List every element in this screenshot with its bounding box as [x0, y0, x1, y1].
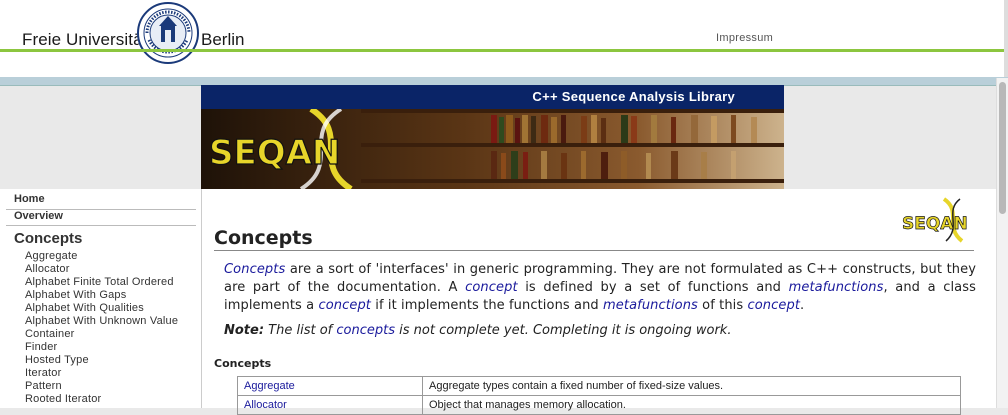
university-seal-logo[interactable]: [137, 2, 199, 64]
concepts-table: Aggregate Aggregate types contain a fixe…: [237, 376, 961, 415]
sidebar-concept-list: Aggregate Allocator Alphabet Finite Tota…: [25, 250, 178, 406]
seqan-small-logo: SEQAN: [902, 197, 968, 243]
concepts-link[interactable]: Concepts: [224, 262, 285, 277]
note-text: The list of: [264, 323, 337, 338]
main-content: SEQAN Concepts Concepts are a sort of 'i…: [202, 189, 996, 415]
site-header: Freie Universität Berlin Impressum: [0, 0, 1008, 78]
sidebar-item-aggregate[interactable]: Aggregate: [25, 250, 178, 263]
sidebar-item-iterator[interactable]: Iterator: [25, 367, 178, 380]
intro-paragraph: Concepts are a sort of 'interfaces' in g…: [224, 261, 976, 315]
university-name-left: Freie Universität: [22, 30, 148, 49]
header-green-rule: [0, 49, 1008, 52]
page-title: Concepts: [214, 227, 313, 249]
note-label: Note:: [224, 323, 265, 338]
seqan-banner-logo-text: SEQAN: [209, 133, 340, 173]
sidebar-item-alphabet-finite-total-ordered[interactable]: Alphabet Finite Total Ordered: [25, 276, 178, 289]
metafunctions-link[interactable]: metafunctions: [603, 298, 698, 313]
sidebar-section-heading[interactable]: Concepts: [14, 230, 82, 247]
sidebar: Home Overview Concepts Aggregate Allocat…: [0, 189, 202, 408]
metafunctions-link[interactable]: metafunctions: [789, 280, 884, 295]
sidebar-item-alphabet-with-qualities[interactable]: Alphabet With Qualities: [25, 302, 178, 315]
scrollbar-thumb[interactable]: [999, 82, 1006, 214]
concept-link[interactable]: concept: [465, 280, 518, 295]
banner-title: C++ Sequence Analysis Library: [532, 89, 735, 104]
intro-text: if it implements the functions and: [371, 298, 604, 313]
window-edge: [1004, 0, 1008, 78]
banner-image: SEQAN: [201, 109, 784, 189]
sidebar-item-alphabet-with-gaps[interactable]: Alphabet With Gaps: [25, 289, 178, 302]
seqan-small-logo-text: SEQAN: [902, 214, 968, 234]
university-name-right: Berlin: [201, 30, 245, 49]
sidebar-overview-link[interactable]: Overview: [14, 210, 63, 222]
concepts-link[interactable]: concepts: [336, 323, 395, 338]
concept-link[interactable]: concept: [318, 298, 371, 313]
table-row: Allocator Object that manages memory all…: [237, 395, 961, 415]
title-underline: [214, 250, 974, 251]
table-row: Aggregate Aggregate types contain a fixe…: [237, 376, 961, 396]
table-cell-desc: Object that manages memory allocation.: [422, 395, 961, 415]
concept-link[interactable]: concept: [747, 298, 800, 313]
note-paragraph: Note: The list of concepts is not comple…: [224, 323, 731, 338]
banner-title-bar: C++ Sequence Analysis Library: [201, 85, 784, 109]
sidebar-item-alphabet-with-unknown-value[interactable]: Alphabet With Unknown Value: [25, 315, 178, 328]
sidebar-item-container[interactable]: Container: [25, 328, 178, 341]
sidebar-divider: [6, 225, 196, 226]
library-shelves-image: SEQAN: [201, 109, 784, 189]
intro-text: is defined by a set of functions and: [517, 280, 789, 295]
table-cell-name: Aggregate: [237, 376, 423, 396]
intro-text: of this: [697, 298, 748, 313]
impressum-link[interactable]: Impressum: [716, 32, 773, 44]
intro-text: .: [800, 298, 805, 313]
sidebar-item-hosted-type[interactable]: Hosted Type: [25, 354, 178, 367]
sidebar-home-link[interactable]: Home: [14, 193, 45, 205]
concept-name-link[interactable]: Aggregate: [244, 380, 295, 392]
table-cell-name: Allocator: [237, 395, 423, 415]
note-text: is not complete yet. Completing it is on…: [395, 323, 732, 338]
table-cell-desc: Aggregate types contain a fixed number o…: [422, 376, 961, 396]
sidebar-item-rooted-iterator[interactable]: Rooted Iterator: [25, 393, 178, 406]
sidebar-item-finder[interactable]: Finder: [25, 341, 178, 354]
sidebar-item-pattern[interactable]: Pattern: [25, 380, 178, 393]
sidebar-item-allocator[interactable]: Allocator: [25, 263, 178, 276]
table-heading: Concepts: [214, 357, 272, 370]
concept-name-link[interactable]: Allocator: [244, 399, 287, 411]
